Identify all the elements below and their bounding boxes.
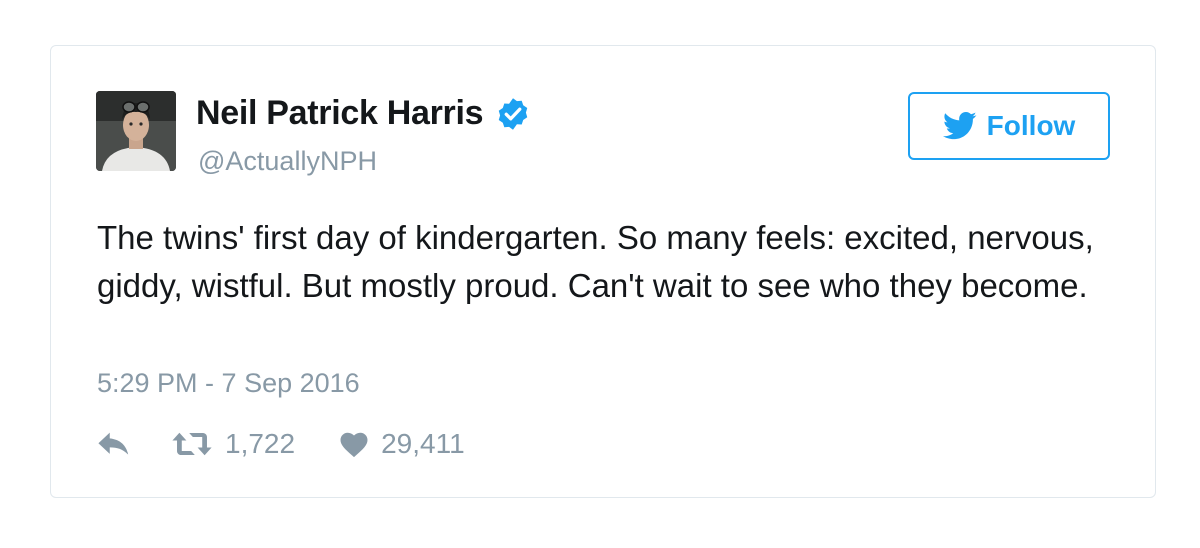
retweet-count: 1,722 — [225, 428, 296, 459]
follow-button-label: Follow — [986, 110, 1076, 141]
follow-button[interactable]: Follow — [908, 92, 1110, 160]
reply-button[interactable] — [97, 431, 131, 457]
tweet-card: Neil Patrick Harris @ActuallyNPH Follow … — [50, 45, 1156, 498]
reply-icon — [97, 431, 131, 457]
author-handle[interactable]: @ActuallyNPH — [198, 146, 377, 177]
author-display-name[interactable]: Neil Patrick Harris — [196, 94, 484, 133]
tweet-actions: 1,722 29,411 — [97, 428, 465, 460]
like-button[interactable]: 29,411 — [339, 428, 465, 460]
like-count: 29,411 — [381, 428, 465, 459]
tweet-timestamp[interactable]: 5:29 PM - 7 Sep 2016 — [97, 368, 360, 399]
twitter-bird-icon — [942, 111, 977, 141]
retweet-icon — [171, 431, 213, 457]
verified-badge-icon — [495, 96, 531, 132]
avatar[interactable] — [96, 91, 176, 171]
tweet-text: The twins' first day of kindergarten. So… — [97, 219, 1094, 304]
retweet-button[interactable]: 1,722 — [171, 428, 295, 460]
heart-icon — [339, 431, 369, 458]
author-name-row: Neil Patrick Harris — [196, 94, 531, 133]
